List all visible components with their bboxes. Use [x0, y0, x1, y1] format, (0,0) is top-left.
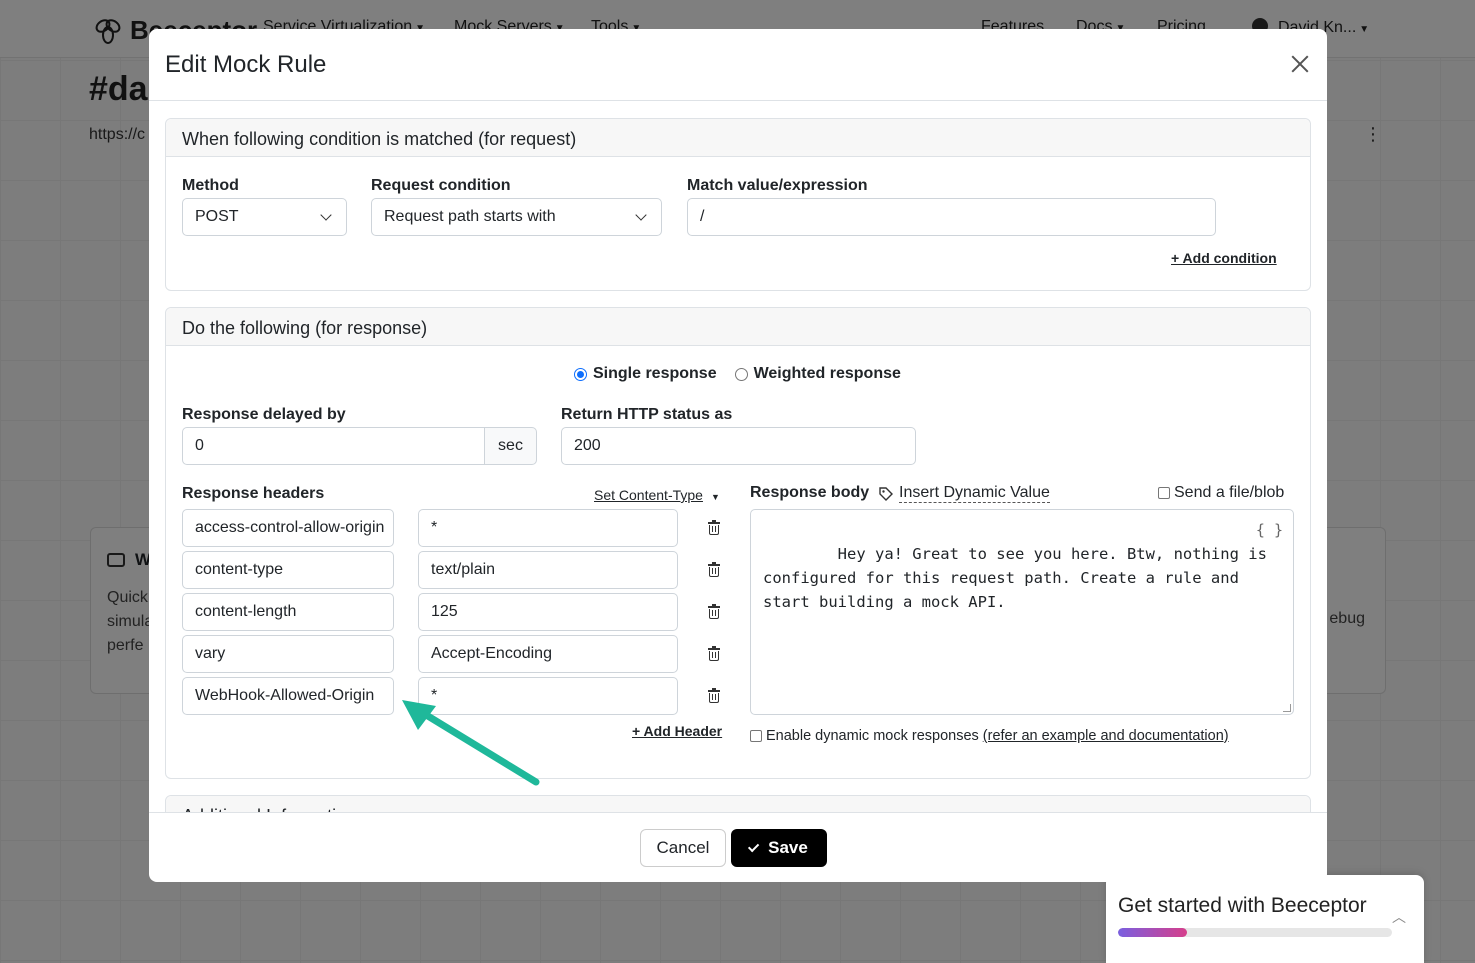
modal-header: Edit Mock Rule [149, 29, 1327, 101]
caret-down-icon: ▼ [710, 492, 720, 502]
dynamic-docs-link[interactable]: (refer an example and documentation) [983, 728, 1229, 744]
insert-dynamic-value-link[interactable]: Insert Dynamic Value [879, 484, 1050, 503]
delay-unit-addon: sec [484, 427, 537, 465]
response-delay-input[interactable]: 0 [182, 427, 486, 465]
check-icon [748, 840, 760, 853]
trash-icon[interactable] [708, 688, 720, 703]
send-file-checkbox[interactable] [1158, 487, 1170, 499]
header-value-input[interactable]: * [418, 677, 678, 715]
trash-icon[interactable] [708, 604, 720, 619]
method-label: Method [182, 177, 239, 194]
send-file-option[interactable]: Send a file/blob [1158, 484, 1284, 502]
save-button[interactable]: Save [731, 829, 827, 867]
get-started-title: Get started with Beeceptor [1118, 894, 1367, 917]
request-condition-select[interactable]: Request path starts with [371, 198, 662, 236]
header-key-input[interactable]: vary [182, 635, 394, 673]
request-condition-label: Request condition [371, 177, 511, 194]
progress-bar [1118, 928, 1392, 937]
trash-icon[interactable] [708, 562, 720, 577]
trash-icon[interactable] [708, 520, 720, 535]
trash-icon[interactable] [708, 646, 720, 661]
response-body-label: Response body [750, 484, 870, 501]
single-response-label[interactable]: Single response [593, 365, 717, 383]
set-content-type-dropdown[interactable]: Set Content-Type ▼ [594, 487, 720, 503]
header-value-input[interactable]: text/plain [418, 551, 678, 589]
additional-info-card: Additional Information [165, 795, 1311, 812]
header-value-input[interactable]: 125 [418, 593, 678, 631]
weighted-response-radio[interactable] [734, 367, 748, 381]
modal-title: Edit Mock Rule [165, 51, 327, 78]
match-value-label: Match value/expression [687, 177, 868, 194]
edit-mock-rule-modal: Edit Mock Rule When following condition … [149, 29, 1327, 882]
header-value-input[interactable]: * [418, 509, 678, 547]
modal-body[interactable]: When following condition is matched (for… [149, 102, 1327, 812]
close-icon[interactable] [1287, 51, 1313, 77]
http-status-input[interactable]: 200 [561, 427, 916, 465]
response-type-radios: Single response Weighted response [574, 365, 913, 383]
request-condition-card: When following condition is matched (for… [165, 118, 1311, 291]
resize-handle-icon[interactable] [1283, 704, 1291, 712]
response-section-header: Do the following (for response) [166, 308, 1310, 346]
cancel-button[interactable]: Cancel [640, 829, 726, 867]
http-status-label: Return HTTP status as [561, 406, 733, 423]
header-key-input[interactable]: access-control-allow-origin [182, 509, 394, 547]
response-body-textarea[interactable]: Hey ya! Great to see you here. Btw, noth… [750, 509, 1294, 715]
get-started-widget[interactable]: Get started with Beeceptor ︿ [1106, 875, 1424, 963]
progress-bar-fill [1118, 928, 1187, 937]
enable-dynamic-checkbox[interactable] [750, 730, 762, 742]
single-response-radio[interactable] [574, 367, 587, 381]
response-delay-label: Response delayed by [182, 406, 346, 423]
chevron-up-icon[interactable]: ︿ [1392, 907, 1406, 927]
tag-icon [879, 486, 893, 501]
header-value-input[interactable]: Accept-Encoding [418, 635, 678, 673]
method-select[interactable]: POST [182, 198, 347, 236]
header-key-input[interactable]: content-type [182, 551, 394, 589]
header-key-input[interactable]: content-length [182, 593, 394, 631]
add-header-link[interactable]: + Add Header [632, 723, 722, 739]
add-condition-link[interactable]: + Add condition [1171, 250, 1277, 266]
response-card: Do the following (for response) Single r… [165, 307, 1311, 779]
modal-footer: Cancel Save [149, 812, 1327, 882]
request-section-header: When following condition is matched (for… [166, 119, 1310, 157]
json-format-icon[interactable]: { } [1256, 518, 1283, 542]
weighted-response-label[interactable]: Weighted response [754, 365, 901, 383]
response-headers-label: Response headers [182, 485, 325, 502]
match-value-input[interactable]: / [687, 198, 1216, 236]
enable-dynamic-option[interactable]: Enable dynamic mock responses (refer an … [750, 728, 1229, 744]
header-key-input[interactable]: WebHook-Allowed-Origin [182, 677, 394, 715]
additional-section-header[interactable]: Additional Information [166, 796, 1310, 812]
